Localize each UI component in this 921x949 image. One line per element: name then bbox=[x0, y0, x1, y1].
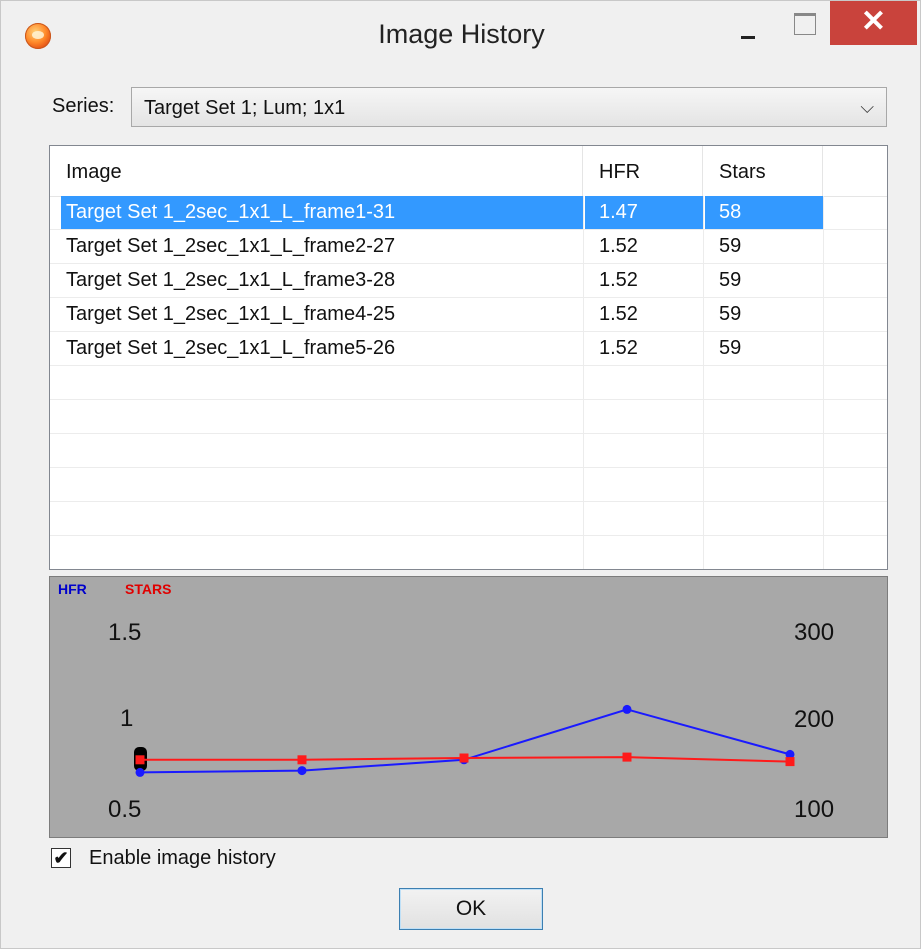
column-header-stars[interactable]: Stars bbox=[703, 146, 823, 196]
data-point-hfr bbox=[297, 766, 307, 776]
cell-image: Target Set 1_2sec_1x1_L_frame3-28 bbox=[66, 269, 396, 291]
cell-hfr: 1.47 bbox=[599, 201, 638, 223]
data-point-hfr bbox=[622, 704, 632, 714]
right-tick-top: 300 bbox=[794, 619, 835, 646]
empty-row bbox=[50, 502, 887, 536]
maximize-button[interactable] bbox=[794, 13, 816, 35]
legend-hfr: HFR bbox=[58, 581, 87, 597]
empty-row bbox=[50, 434, 887, 468]
empty-row bbox=[50, 468, 887, 502]
table-row[interactable]: Target Set 1_2sec_1x1_L_frame2-27 1.52 59 bbox=[50, 230, 887, 264]
table-row[interactable]: Target Set 1_2sec_1x1_L_frame1-31 1.47 58 bbox=[50, 196, 887, 230]
series-label: Series: bbox=[52, 95, 115, 117]
legend-stars: STARS bbox=[125, 581, 172, 597]
right-tick-bottom: 100 bbox=[794, 796, 835, 823]
column-header-hfr[interactable]: HFR bbox=[583, 146, 703, 196]
cell-hfr: 1.52 bbox=[599, 235, 638, 257]
data-point-stars bbox=[135, 755, 145, 765]
series-dropdown[interactable]: Target Set 1; Lum; 1x1 ⌵ bbox=[131, 87, 887, 127]
cell-stars: 59 bbox=[719, 269, 742, 291]
chart-canvas bbox=[134, 704, 795, 777]
cell-stars: 58 bbox=[719, 201, 742, 223]
image-list[interactable]: Image HFR Stars Target Set 1_2sec_1x1_L_… bbox=[49, 145, 888, 570]
close-button[interactable]: ✕ bbox=[830, 1, 917, 45]
history-chart: HFR STARS 1.5 1 0.5 300 200 100 bbox=[49, 576, 888, 838]
cell-hfr: 1.52 bbox=[599, 269, 638, 291]
table-row[interactable]: Target Set 1_2sec_1x1_L_frame4-25 1.52 59 bbox=[50, 298, 887, 332]
table-row[interactable]: Target Set 1_2sec_1x1_L_frame3-28 1.52 59 bbox=[50, 264, 887, 298]
cell-image: Target Set 1_2sec_1x1_L_frame1-31 bbox=[66, 201, 396, 223]
column-header-image[interactable]: Image bbox=[50, 146, 583, 196]
title-bar: Image History ✕ bbox=[1, 1, 920, 73]
enable-history-label[interactable]: Enable image history bbox=[89, 847, 276, 870]
cell-image: Target Set 1_2sec_1x1_L_frame2-27 bbox=[66, 235, 396, 257]
empty-row bbox=[50, 400, 887, 434]
window-title: Image History bbox=[378, 19, 545, 49]
left-tick-mid: 1 bbox=[120, 705, 134, 732]
cell-stars: 59 bbox=[719, 235, 742, 257]
data-point-stars bbox=[785, 757, 795, 767]
data-point-stars bbox=[622, 752, 632, 762]
empty-row bbox=[50, 536, 887, 569]
data-point-stars bbox=[459, 753, 469, 763]
data-point-hfr bbox=[135, 767, 145, 777]
minimize-button[interactable] bbox=[737, 11, 767, 39]
image-history-dialog: Image History ✕ Series: Target Set 1; Lu… bbox=[0, 0, 921, 949]
series-value: Target Set 1; Lum; 1x1 bbox=[144, 97, 346, 119]
empty-row bbox=[50, 366, 887, 400]
list-header: Image HFR Stars bbox=[50, 146, 887, 197]
left-tick-bottom: 0.5 bbox=[108, 796, 142, 823]
ok-button[interactable]: OK bbox=[399, 888, 543, 930]
data-point-stars bbox=[297, 755, 307, 765]
cell-image: Target Set 1_2sec_1x1_L_frame5-26 bbox=[66, 337, 396, 359]
cell-image: Target Set 1_2sec_1x1_L_frame4-25 bbox=[66, 303, 396, 325]
left-tick-top: 1.5 bbox=[108, 619, 142, 646]
cell-hfr: 1.52 bbox=[599, 303, 638, 325]
cell-stars: 59 bbox=[719, 303, 742, 325]
chevron-down-icon: ⌵ bbox=[860, 97, 874, 117]
cell-hfr: 1.52 bbox=[599, 337, 638, 359]
table-row[interactable]: Target Set 1_2sec_1x1_L_frame5-26 1.52 59 bbox=[50, 332, 887, 366]
right-tick-mid: 200 bbox=[794, 706, 835, 733]
cell-stars: 59 bbox=[719, 337, 742, 359]
enable-history-checkbox[interactable]: ✔ bbox=[51, 848, 71, 868]
